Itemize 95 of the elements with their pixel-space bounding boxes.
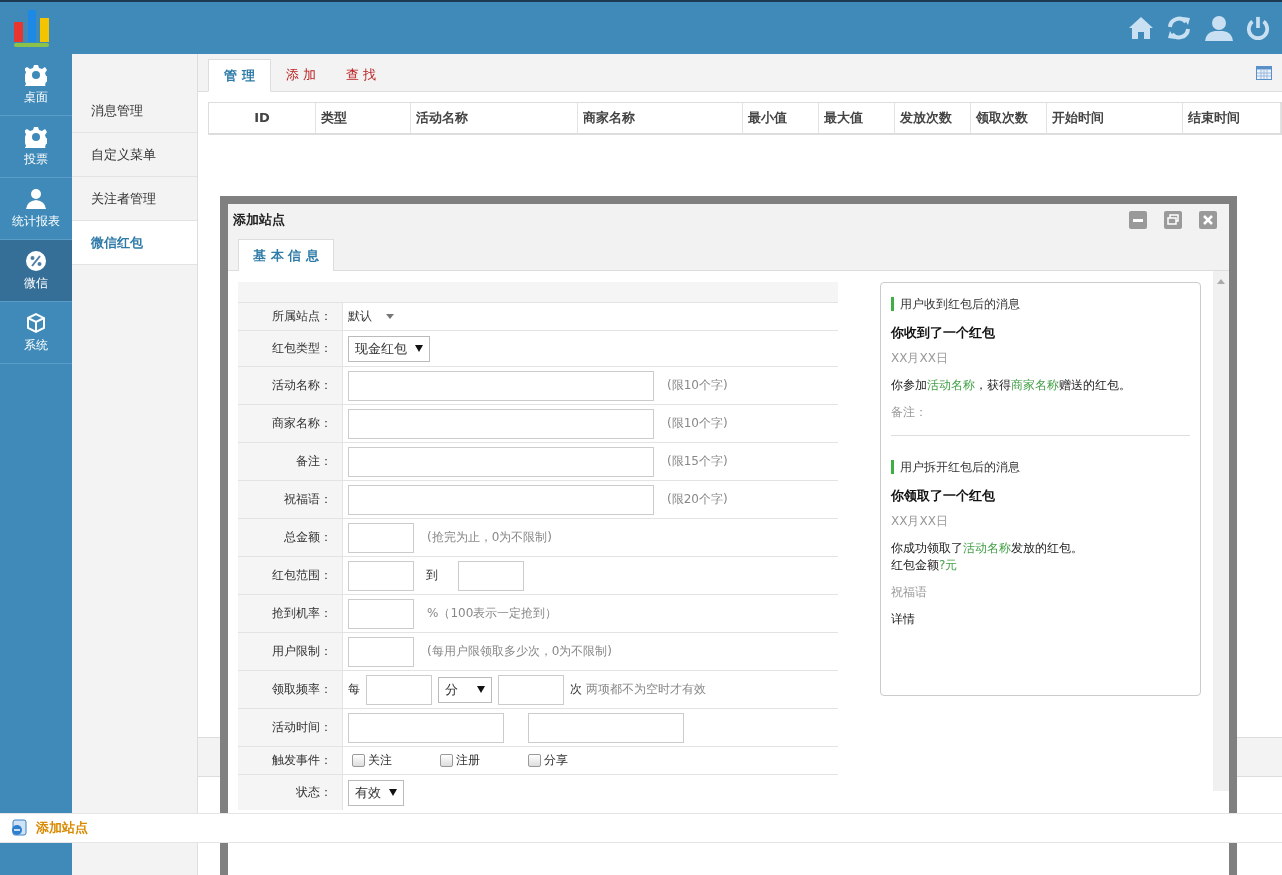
hint-text: (限20个字) <box>667 491 728 508</box>
column-header: 活动名称 <box>411 103 578 133</box>
checkbox-option[interactable]: 注册 <box>440 752 480 769</box>
field-label: 活动时间： <box>272 719 332 736</box>
close-icon[interactable] <box>1199 211 1217 229</box>
input-field[interactable] <box>348 484 654 515</box>
minimize-icon[interactable] <box>1129 211 1147 229</box>
message-title: 你收到了一个红包 <box>891 324 996 342</box>
field-label: 活动名称： <box>272 377 332 394</box>
tab[interactable]: 基 本 信 息 <box>238 239 334 271</box>
caret-icon <box>415 345 423 352</box>
column-header: 结束时间 <box>1183 103 1281 133</box>
column-header: 发放次数 <box>895 103 971 133</box>
column-header: ID <box>209 103 316 133</box>
input-field[interactable] <box>348 446 654 477</box>
caret-icon <box>477 686 485 693</box>
section-heading: 用户拆开红包后的消息 <box>891 460 1190 474</box>
field-label: 红包范围： <box>272 567 332 584</box>
submenu-item[interactable]: 微信红包 <box>72 221 197 265</box>
table-icon[interactable] <box>1256 65 1272 80</box>
message-text: 详情 <box>891 611 916 628</box>
date-field[interactable] <box>528 712 684 743</box>
hint-text: %（100表示一定抢到） <box>427 605 558 622</box>
message-text: 备注： <box>891 404 928 421</box>
message-date: XX月XX日 <box>891 513 949 530</box>
message-text: 你参加活动名称，获得商家名称赠送的红包。 <box>891 377 1132 394</box>
person-icon <box>25 187 47 210</box>
select-field[interactable]: 有效 <box>348 779 404 806</box>
refresh-icon[interactable] <box>1166 15 1192 41</box>
hint-text: (限10个字) <box>667 377 728 394</box>
restore-icon[interactable] <box>1164 211 1182 229</box>
gear-icon <box>25 125 47 148</box>
field-label: 抢到机率： <box>272 605 332 622</box>
input-field[interactable] <box>348 522 414 553</box>
field-label: 用户限制： <box>272 643 332 660</box>
frequency-prefix: 每 <box>348 681 360 698</box>
caret-icon <box>389 789 397 796</box>
hint-text: (限10个字) <box>667 415 728 432</box>
tab[interactable]: 添 加 <box>270 59 331 91</box>
field-label: 所属站点： <box>272 308 332 325</box>
tab[interactable]: 查 找 <box>330 59 391 91</box>
field-label: 祝福语： <box>284 491 332 508</box>
scroll-up-icon[interactable] <box>1217 279 1225 284</box>
checkbox-option[interactable]: 关注 <box>352 752 392 769</box>
power-icon[interactable] <box>1246 15 1270 41</box>
site-dropdown[interactable]: 默认 <box>348 305 394 328</box>
date-field[interactable] <box>348 712 504 743</box>
field-label: 备注： <box>296 453 332 470</box>
column-header: 类型 <box>316 103 411 133</box>
input-field[interactable] <box>498 674 564 705</box>
column-header: 开始时间 <box>1047 103 1183 133</box>
range-separator: 到 <box>426 567 438 584</box>
field-label: 总金额： <box>284 529 332 546</box>
tab[interactable]: 管 理 <box>208 59 271 92</box>
field-label: 红包类型： <box>272 340 332 357</box>
select-field[interactable]: 现金红包 <box>348 335 430 362</box>
field-label: 商家名称： <box>272 415 332 432</box>
input-field[interactable] <box>348 598 414 629</box>
box-icon <box>25 311 47 334</box>
field-label: 状态： <box>296 784 332 801</box>
message-title: 你领取了一个红包 <box>891 487 996 505</box>
hint-text: (每用户限领取多少次，0为不限制) <box>427 643 612 660</box>
message-date: XX月XX日 <box>891 350 949 367</box>
input-field[interactable] <box>348 560 414 591</box>
input-field[interactable] <box>366 674 432 705</box>
hint-text: (限15个字) <box>667 453 728 470</box>
input-field[interactable] <box>458 560 524 591</box>
frequency-suffix: 次 <box>570 681 582 698</box>
column-header: 商家名称 <box>578 103 743 133</box>
submenu-item[interactable]: 消息管理 <box>72 89 197 133</box>
window-icon <box>10 819 28 837</box>
percent-icon <box>25 249 47 272</box>
submenu-item[interactable]: 自定义菜单 <box>72 133 197 177</box>
hint-text: 两项都不为空时才有效 <box>586 681 706 698</box>
column-header: 最大值 <box>819 103 895 133</box>
field-label: 触发事件： <box>272 752 332 769</box>
message-text: 祝福语 <box>891 584 928 601</box>
section-heading: 用户收到红包后的消息 <box>891 297 1190 311</box>
checkbox-option[interactable]: 分享 <box>528 752 568 769</box>
hint-text: (抢完为止，0为不限制) <box>427 529 552 546</box>
input-field[interactable] <box>348 370 654 401</box>
user-icon[interactable] <box>1204 15 1234 41</box>
nav-item[interactable]: 微信 <box>0 240 72 302</box>
gear-icon <box>25 63 47 86</box>
caret-icon <box>386 314 394 319</box>
dialog-title: 添加站点 <box>233 211 285 229</box>
scrollbar[interactable] <box>1213 271 1229 791</box>
column-header: 最小值 <box>743 103 819 133</box>
message-text: 你成功领取了活动名称发放的红包。 红包金额?元 <box>891 540 1084 574</box>
input-field[interactable] <box>348 636 414 667</box>
input-field[interactable] <box>348 408 654 439</box>
home-icon[interactable] <box>1128 16 1154 40</box>
unit-select[interactable]: 分 <box>438 676 492 703</box>
field-label: 领取频率： <box>272 681 332 698</box>
column-header: 领取次数 <box>971 103 1047 133</box>
